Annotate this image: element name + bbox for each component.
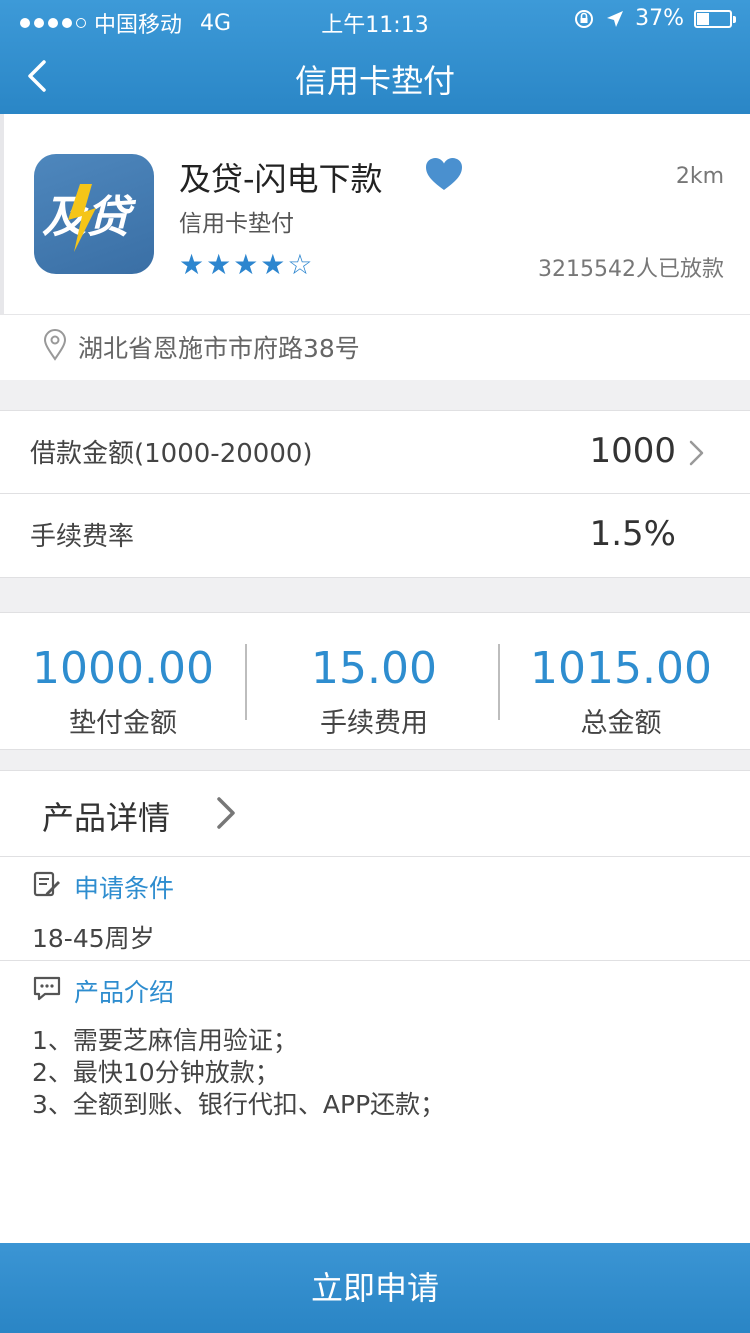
distance-label: 2km [675, 164, 724, 189]
intro-item: 2、最快10分钟放款； [32, 1058, 280, 1087]
page-title: 信用卡垫付 [294, 62, 455, 100]
loans-count: 3215542人已放款 [538, 257, 724, 282]
advance-amount-value: 1000.00 [32, 643, 214, 694]
address-row[interactable]: 湖北省恩施市市府路38号 [0, 314, 750, 380]
product-subtitle: 信用卡垫付 [179, 211, 294, 237]
status-right: 37% [573, 6, 736, 31]
apply-button[interactable]: 立即申请 [0, 1243, 750, 1333]
conditions-text: 18-45周岁 [32, 924, 155, 953]
summary-fee: 15.00 手续费用 [248, 613, 500, 751]
conditions-title: 申请条件 [74, 874, 175, 903]
summary-total: 1015.00 总金额 [500, 613, 742, 751]
intro-item: 1、需要芝麻信用验证； [32, 1026, 298, 1055]
intro-title: 产品介绍 [74, 978, 175, 1007]
favorite-heart-icon[interactable] [424, 156, 464, 192]
total-amount-value: 1015.00 [530, 643, 712, 694]
summary-advance: 1000.00 垫付金额 [0, 613, 246, 751]
edit-note-icon [33, 871, 60, 897]
intro-section: 产品介绍 1、需要芝麻信用验证； 2、最快10分钟放款； 3、全额到账、银行代扣… [0, 961, 750, 1161]
product-details-header[interactable]: 产品详情 [0, 771, 750, 857]
rating-stars: ★★★★☆ [179, 248, 315, 281]
summary-divider [245, 644, 247, 720]
status-bar: 中国移动 4G 上午11:13 37% [0, 0, 750, 40]
summary-panel: 1000.00 垫付金额 15.00 手续费用 1015.00 总金额 [0, 612, 750, 750]
loan-amount-value: 1000 [589, 431, 676, 471]
total-amount-label: 总金额 [580, 708, 662, 739]
logo-graphic: 及贷 [42, 184, 137, 252]
product-details-title: 产品详情 [42, 799, 171, 837]
loan-amount-row[interactable]: 借款金额(1000-20000) 1000 [0, 410, 750, 494]
battery-fill [697, 12, 709, 25]
product-details: 产品详情 申请条件 18-45周岁 产品介绍 1、需要芝麻信用验证； 2、最快1… [0, 770, 750, 1243]
location-pin-icon [43, 329, 67, 361]
product-name: 及贷-闪电下款 [179, 160, 383, 198]
address-text: 湖北省恩施市市府路38号 [78, 334, 360, 363]
location-arrow-icon [607, 10, 624, 27]
chevron-right-icon [689, 440, 704, 466]
fee-amount-label: 手续费用 [320, 708, 428, 739]
loan-settings: 借款金额(1000-20000) 1000 手续费率 1.5% [0, 410, 750, 578]
advance-amount-label: 垫付金额 [69, 708, 177, 739]
conditions-section: 申请条件 18-45周岁 [0, 857, 750, 961]
product-card[interactable]: 及贷 及贷-闪电下款 2km 信用卡垫付 ★★★★☆ 3215542人已放款 [0, 114, 750, 314]
fee-rate-row: 手续费率 1.5% [0, 494, 750, 578]
battery-icon [694, 9, 736, 28]
fee-amount-value: 15.00 [311, 643, 437, 694]
loan-amount-label: 借款金额(1000-20000) [30, 439, 313, 469]
intro-item: 3、全额到账、银行代扣、APP还款； [32, 1090, 446, 1119]
chevron-right-icon [217, 797, 235, 829]
header: 中国移动 4G 上午11:13 37% 信用卡垫付 [0, 0, 750, 114]
product-logo: 及贷 [34, 154, 154, 274]
orientation-lock-icon [575, 9, 594, 28]
intro-list: 1、需要芝麻信用验证； 2、最快10分钟放款； 3、全额到账、银行代扣、APP还… [32, 1025, 445, 1121]
fee-rate-label: 手续费率 [30, 522, 135, 552]
fee-rate-value: 1.5% [589, 514, 676, 554]
chat-bubble-icon [33, 976, 61, 1001]
battery-percent: 37% [635, 6, 684, 31]
